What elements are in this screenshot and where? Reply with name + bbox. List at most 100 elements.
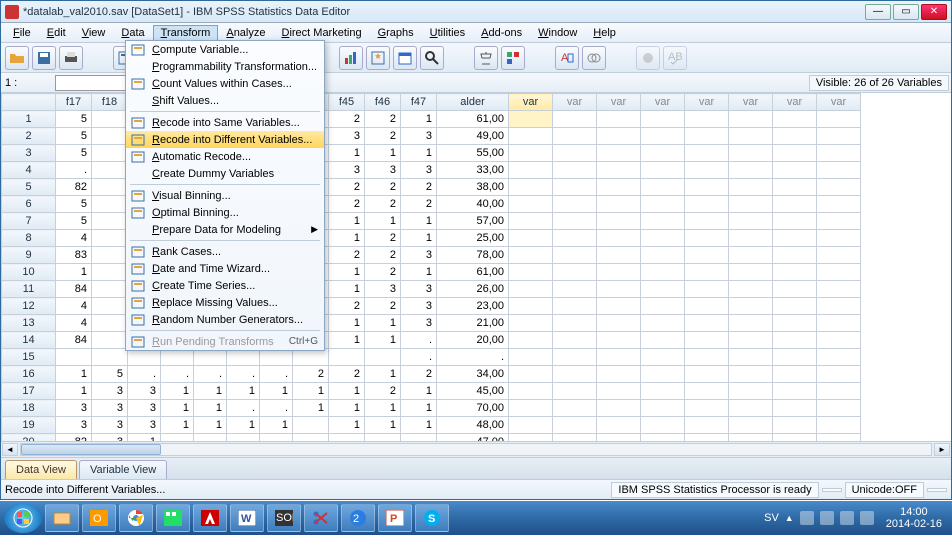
menu-item-create-dummy-variables[interactable]: Create Dummy Variables	[126, 165, 324, 182]
cell[interactable]	[729, 315, 773, 332]
cell[interactable]	[817, 315, 861, 332]
cell[interactable]: 3	[401, 162, 437, 179]
cell[interactable]: 3	[401, 298, 437, 315]
cell[interactable]	[553, 434, 597, 442]
cell[interactable]	[641, 315, 685, 332]
cell[interactable]	[641, 179, 685, 196]
cell[interactable]	[509, 400, 553, 417]
cell[interactable]	[817, 281, 861, 298]
cell[interactable]: .	[161, 366, 194, 383]
column-header-var[interactable]: var	[685, 94, 729, 111]
tray-clock[interactable]: 14:00 2014-02-16	[880, 506, 948, 530]
cell[interactable]	[641, 145, 685, 162]
cell[interactable]	[597, 230, 641, 247]
cell[interactable]	[92, 145, 128, 162]
find-icon[interactable]	[420, 46, 444, 70]
menu-item-shift-values[interactable]: Shift Values...	[126, 92, 324, 109]
cell[interactable]	[227, 349, 260, 366]
cell[interactable]: 25,00	[437, 230, 509, 247]
tray-flag-icon[interactable]	[800, 511, 814, 525]
tray-battery-icon[interactable]	[860, 511, 874, 525]
cell[interactable]: .	[365, 434, 401, 442]
horizontal-scrollbar[interactable]: ◄ ►	[1, 441, 951, 457]
cell[interactable]	[597, 434, 641, 442]
cell[interactable]: 1	[365, 145, 401, 162]
cell[interactable]: 1	[161, 383, 194, 400]
cell[interactable]	[773, 111, 817, 128]
cell[interactable]	[817, 179, 861, 196]
cell[interactable]	[641, 366, 685, 383]
cell[interactable]: 1	[365, 417, 401, 434]
cell[interactable]: 70,00	[437, 400, 509, 417]
column-header-f47[interactable]: f47	[401, 94, 437, 111]
cell[interactable]	[92, 315, 128, 332]
tray-lang[interactable]: SV	[764, 512, 779, 524]
cell[interactable]	[817, 434, 861, 442]
cell[interactable]	[641, 298, 685, 315]
cell[interactable]	[685, 111, 729, 128]
cell[interactable]	[553, 366, 597, 383]
cell[interactable]	[685, 383, 729, 400]
cell[interactable]	[597, 315, 641, 332]
row-header[interactable]: 4	[2, 162, 56, 179]
cell[interactable]	[773, 315, 817, 332]
cell[interactable]	[641, 417, 685, 434]
row-header[interactable]: 20	[2, 434, 56, 442]
taskbar-outlook-icon[interactable]: O	[82, 504, 116, 532]
cell[interactable]: 3	[92, 400, 128, 417]
cell[interactable]: 1	[401, 230, 437, 247]
cell[interactable]: 2	[329, 366, 365, 383]
tray-up-icon[interactable]: ▲	[785, 513, 794, 523]
row-header[interactable]: 9	[2, 247, 56, 264]
cell[interactable]	[553, 315, 597, 332]
cell[interactable]: 1	[161, 417, 194, 434]
row-header[interactable]: 7	[2, 213, 56, 230]
cell[interactable]	[597, 383, 641, 400]
cell[interactable]	[597, 298, 641, 315]
cell[interactable]	[685, 230, 729, 247]
cell[interactable]	[729, 349, 773, 366]
cell[interactable]: 3	[329, 162, 365, 179]
cell[interactable]: .	[260, 366, 293, 383]
cell[interactable]	[92, 128, 128, 145]
taskbar-adobe-icon[interactable]	[193, 504, 227, 532]
cell[interactable]	[773, 230, 817, 247]
row-header[interactable]: 16	[2, 366, 56, 383]
column-header-var[interactable]: var	[641, 94, 685, 111]
cell[interactable]: 1	[329, 230, 365, 247]
cell[interactable]	[597, 417, 641, 434]
cell[interactable]: 3	[401, 281, 437, 298]
cell[interactable]: 1	[401, 383, 437, 400]
menu-utilities[interactable]: Utilities	[422, 25, 473, 41]
spellcheck-icon[interactable]: ABC	[663, 46, 687, 70]
row-header[interactable]: 6	[2, 196, 56, 213]
cell[interactable]: 4	[56, 315, 92, 332]
taskbar-skype-icon[interactable]: S	[415, 504, 449, 532]
row-header[interactable]: 14	[2, 332, 56, 349]
column-header-var[interactable]: var	[553, 94, 597, 111]
menu-help[interactable]: Help	[585, 25, 624, 41]
cell[interactable]	[773, 366, 817, 383]
cell[interactable]: 4	[56, 230, 92, 247]
cell[interactable]	[597, 332, 641, 349]
calendar-icon[interactable]	[393, 46, 417, 70]
variables-icon[interactable]	[636, 46, 660, 70]
cell[interactable]: 3	[128, 400, 161, 417]
taskbar-explorer-icon[interactable]	[45, 504, 79, 532]
cell[interactable]	[597, 400, 641, 417]
cell[interactable]: 5	[92, 366, 128, 383]
cell[interactable]	[729, 400, 773, 417]
tray-volume-icon[interactable]	[840, 511, 854, 525]
cell[interactable]	[329, 349, 365, 366]
cell[interactable]	[553, 298, 597, 315]
cell[interactable]	[92, 349, 128, 366]
scroll-right-arrow[interactable]: ►	[934, 443, 950, 456]
column-header-f46[interactable]: f46	[365, 94, 401, 111]
cell[interactable]	[729, 179, 773, 196]
cell[interactable]: 57,00	[437, 213, 509, 230]
cell[interactable]: 1	[329, 417, 365, 434]
cell[interactable]: 34,00	[437, 366, 509, 383]
menu-file[interactable]: File	[5, 25, 39, 41]
cell[interactable]	[817, 383, 861, 400]
cell[interactable]	[293, 417, 329, 434]
